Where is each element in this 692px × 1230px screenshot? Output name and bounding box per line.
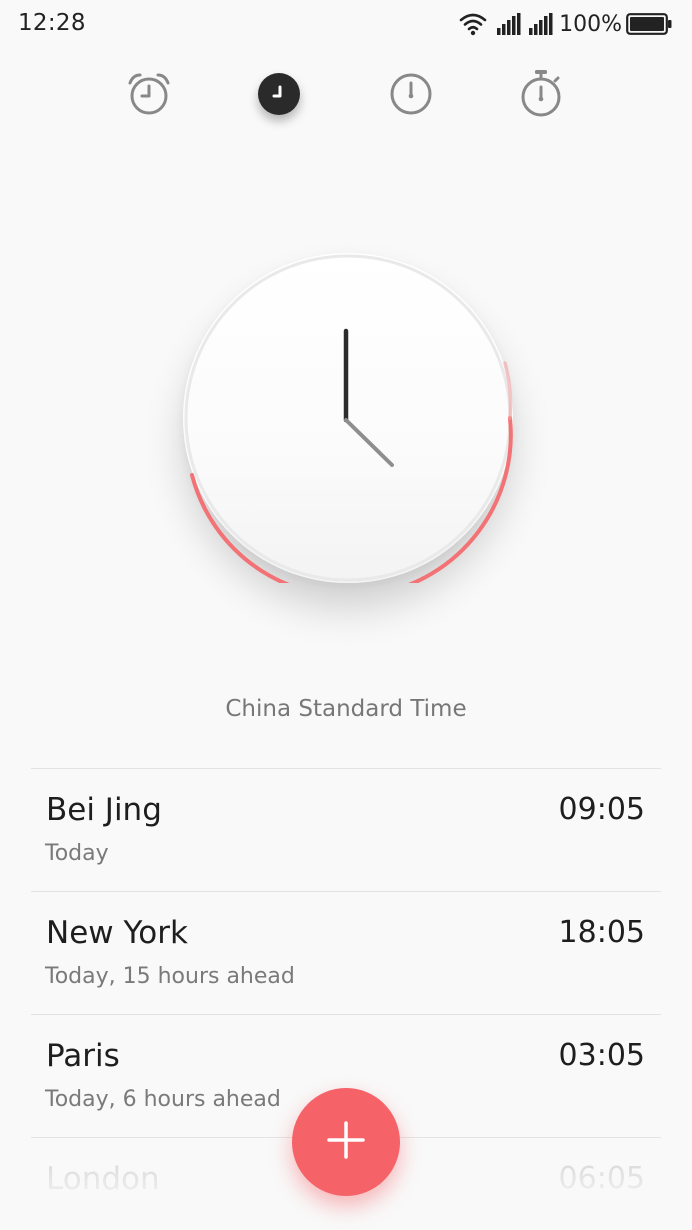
timer-icon [388, 71, 434, 117]
tab-world-clock[interactable] [249, 64, 309, 124]
list-item[interactable]: Bei Jing Today 09:05 [31, 769, 661, 891]
status-time: 12:28 [18, 10, 86, 36]
status-bar: 12:28 100% [0, 0, 692, 48]
city-name: London [46, 1161, 160, 1197]
city-offset: Today, 6 hours ahead [45, 1087, 281, 1112]
timezone-label: China Standard Time [225, 696, 467, 722]
battery-icon [626, 13, 672, 35]
city-time: 09:05 [558, 792, 645, 827]
city-name: New York [46, 915, 188, 951]
tab-alarm[interactable] [119, 64, 179, 124]
tab-active-indicator [258, 73, 300, 115]
tab-timer[interactable] [381, 64, 441, 124]
alarm-clock-icon [126, 71, 172, 117]
status-icons: 100% [459, 11, 672, 37]
city-offset: Today, 15 hours ahead [45, 964, 295, 989]
city-offset: Today [45, 841, 109, 866]
battery-percentage: 100% [559, 11, 622, 37]
clock-graphics [184, 254, 513, 583]
city-time: 03:05 [558, 1038, 645, 1073]
list-item[interactable]: New York Today, 15 hours ahead 18:05 [31, 892, 661, 1014]
city-name: Bei Jing [46, 792, 162, 828]
world-clock-screen: 12:28 100% China Standard Time Bei Jing … [0, 0, 692, 1230]
city-time: 06:05 [558, 1161, 645, 1196]
plus-icon [326, 1120, 366, 1164]
stopwatch-icon [518, 69, 564, 119]
wifi-icon [459, 12, 487, 36]
city-name: Paris [46, 1038, 120, 1074]
analog-clock [183, 253, 513, 583]
signal-icon [497, 13, 521, 35]
tab-stopwatch[interactable] [511, 64, 571, 124]
clock-progress-arc [190, 416, 513, 583]
signal-icon [529, 13, 553, 35]
city-time: 18:05 [558, 915, 645, 950]
add-city-button[interactable] [292, 1088, 400, 1196]
hour-hand [344, 418, 394, 467]
clock-icon [267, 82, 291, 106]
